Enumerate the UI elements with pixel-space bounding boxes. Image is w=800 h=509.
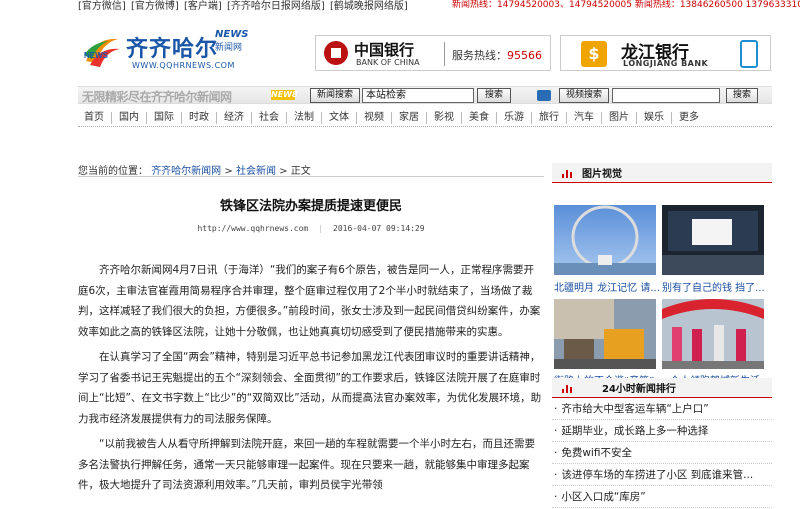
article-source-url[interactable]: http://www.qqhrnews.com [197,224,308,233]
nav-item-more[interactable]: 更多 [671,112,706,124]
bar-chart-icon [562,385,574,393]
nav-item[interactable]: 旅行 [531,112,566,124]
nav-item[interactable]: 法制 [286,112,321,124]
article-meta: http://www.qqhrnews.com | 2016-04-07 09:14… [78,224,544,233]
boc-logo-icon [324,41,348,65]
article-paragraph: “以前我被告人从看守所押解到法院开庭，来回一趟的车程就需要一个半小时左右，而且还… [78,438,535,491]
ranking-panel-title: 24小时新闻排行 [602,384,676,395]
breadcrumb-rule [78,176,544,177]
top-link-evening[interactable]: [鹤城晚报网络版] [330,1,408,12]
top-utility-bar: [官方微信] [官方微博] [客户端] [齐齐哈尔日报网络版] [鹤城晚报网络版… [0,0,800,13]
nav-item[interactable]: 经济 [216,112,251,124]
nav-item[interactable]: 家居 [391,112,426,124]
boc-en: BANK OF CHINA [356,58,420,67]
top-links: [官方微信] [官方微博] [客户端] [齐齐哈尔日报网络版] [鹤城晚报网络版… [78,0,410,12]
boc-name: 中国银行 [354,41,415,59]
top-link-wechat[interactable]: [官方微信] [78,1,126,12]
ranking-list: 齐市给大中型客运车辆“上户口” 延期毕业，成长路上多一种选择 免费wifi不安全… [552,398,772,508]
nav-item[interactable]: 视频 [356,112,391,124]
nav-divider [78,126,772,127]
photo-panel: 图片视觉 北疆明月 龙江记忆 请... 别有了自己的钱 挡了... 街路上的不合… [552,163,772,387]
top-link-weibo[interactable]: [官方微博] [131,1,179,12]
photo-panel-title: 图片视觉 [582,169,622,180]
phone-icon [740,40,758,68]
ranking-item[interactable]: 延期毕业，成长路上多一种选择 [552,420,772,442]
news-logo-icon: NEWS [84,38,120,67]
bar-chart-icon [562,170,574,178]
main-nav: 首页 国内 国际 时政 经济 社会 法制 文体 视频 家居 影视 美食 乐游 旅行 汽车 图片 娱乐 更多 [78,110,772,127]
site-logo[interactable]: NEWS 齐齐哈尔 NEWS 新闻网 WWW.QQHRNEWS.COM [82,27,248,75]
logo-en-news: NEWS [215,29,249,40]
boc-divider [444,42,445,66]
article-title: 铁锋区法院办案提质提速更便民 [219,199,402,214]
photo-car-note[interactable] [662,205,764,275]
search-bar: 无限精彩尽在齐齐哈尔新闻网 NEW8 新闻搜索 本站检索 搜索 视频搜索 搜索 [78,86,772,104]
site-search-button[interactable]: 搜索 [477,88,511,103]
bank-of-china-ad[interactable]: 中国银行 BANK OF CHINA 服务热线：95566 [315,35,551,71]
photo-marathon[interactable] [662,299,764,369]
new8-badge: NEW8 [271,90,298,100]
ranking-item[interactable]: 小区入口成“库房” [552,486,772,508]
photo-grid: 北疆明月 龙江记忆 请... 别有了自己的钱 挡了... 街路上的不合谐“音符” [552,183,772,387]
logo-cn: 齐齐哈尔 [126,37,219,62]
article-paragraph: 齐齐哈尔新闻网4月7日讯（于海洋）“我们的案子有6个原告，被告是同一人，正常程序… [78,264,541,338]
ranking-panel-header: 24小时新闻排行 [552,378,772,398]
article-paragraph: 在认真学习了全国“两会”精神，特别是习近平总书记参加黑龙江代表团审议时的重要讲话… [78,351,542,425]
video-search-button[interactable]: 视频搜索 [559,88,609,103]
top-link-daily[interactable]: [齐齐哈尔日报网络版] [227,1,325,12]
video-search-input[interactable] [612,88,720,103]
longjiang-en: LONGJIANG BANK [623,59,709,68]
logo-badge-text: NEWS [84,51,109,60]
nav-item[interactable]: 时政 [181,112,216,124]
nav-item[interactable]: 美食 [461,112,496,124]
ranking-item[interactable]: 免费wifi不安全 [552,442,772,464]
nav-item[interactable]: 文体 [321,112,356,124]
news-hotline: 新闻热线：14794520003、14794520005 新闻热线：138462… [452,0,800,10]
photo-caption[interactable]: 北疆明月 龙江记忆 请... [554,279,662,294]
nav-item[interactable]: 乐游 [496,112,531,124]
nav-item[interactable]: 社会 [251,112,286,124]
ranking-panel: 24小时新闻排行 齐市给大中型客运车辆“上户口” 延期毕业，成长路上多一种选择 … [552,378,772,508]
boc-tel: 服务热线：95566 [452,49,542,62]
ranking-item[interactable]: 齐市给大中型客运车辆“上户口” [552,398,772,420]
video-camera-icon [537,90,551,101]
video-search-submit-button[interactable]: 搜索 [726,88,758,103]
site-search-input[interactable]: 本站检索 [362,88,474,103]
news-search-button[interactable]: 新闻搜索 [310,88,360,103]
longjiang-logo-icon: $ [581,41,607,67]
nav-item[interactable]: 影视 [426,112,461,124]
photo-panel-header: 图片视觉 [552,163,772,183]
meta-divider: | [318,224,324,233]
nav-item[interactable]: 娱乐 [636,112,671,124]
site-slogan: 无限精彩尽在齐齐哈尔新闻网 [82,90,232,104]
ranking-item[interactable]: 该进停车场的车捞进了小区 到底谁来管... [552,464,772,486]
nav-item[interactable]: 国内 [111,112,146,124]
photo-caption[interactable]: 别有了自己的钱 挡了... [662,279,770,294]
breadcrumb: 您当前的位置： 齐齐哈尔新闻网 > 社会新闻 > 正文 [78,162,311,177]
article-body: 齐齐哈尔新闻网4月7日讯（于海洋）“我们的案子有6个原告，被告是同一人，正常程序… [78,260,544,501]
nav-item[interactable]: 图片 [601,112,636,124]
nav-item[interactable]: 首页 [78,112,111,124]
nav-item[interactable]: 汽车 [566,112,601,124]
nav-item[interactable]: 国际 [146,112,181,124]
article-date: 2016-04-07 09:14:29 [333,224,425,233]
photo-street-stalls[interactable] [554,299,656,369]
photo-moon-arch[interactable] [554,205,656,275]
top-link-app[interactable]: [客户端] [184,1,222,12]
logo-url: WWW.QQHRNEWS.COM [132,61,235,70]
logo-en-sub: 新闻网 [215,43,243,53]
longjiang-bank-ad[interactable]: $ 龙江银行 LONGJIANG BANK [560,35,771,71]
